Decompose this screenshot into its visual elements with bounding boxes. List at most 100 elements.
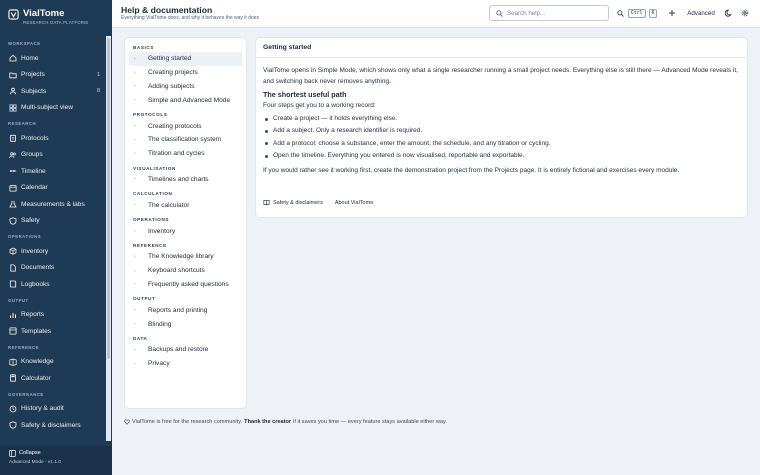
sidebar-item-knowledge[interactable]: Knowledge <box>0 354 112 371</box>
chevron-right-icon: › <box>134 150 136 157</box>
chevron-right-icon: › <box>134 360 136 367</box>
sidebar-item-inventory[interactable]: Inventory <box>0 243 112 260</box>
help-nav-section-heading: Output <box>133 296 156 302</box>
chevron-right-icon: › <box>134 83 136 90</box>
help-topic-the-calculator[interactable]: › The calculator <box>129 198 242 212</box>
sidebar-scrollbar-thumb[interactable] <box>107 38 110 359</box>
help-topic-label: Keyboard shortcuts <box>148 267 205 275</box>
collapse-button[interactable]: Collapse <box>0 446 112 460</box>
heart-icon <box>124 419 130 425</box>
moon-icon <box>725 9 732 17</box>
help-topics-nav: Basics › Getting started › Creating projects… <box>124 37 247 409</box>
help-topic-keyboard-shortcuts[interactable]: › Keyboard shortcuts <box>129 264 242 278</box>
sidebar-item-label: Calculator <box>21 374 51 382</box>
help-topic-blinding[interactable]: › Blinding <box>129 317 242 331</box>
sidebar-section-heading: Governance <box>8 391 44 397</box>
sidebar-item-label: Inventory <box>21 247 49 255</box>
sidebar-item-label: Subjects <box>21 87 47 95</box>
box-icon <box>9 247 17 255</box>
sidebar-item-subjects[interactable]: Subjects 8 <box>0 83 112 100</box>
search-input[interactable] <box>507 9 602 17</box>
sidebar-item-label: Templates <box>21 327 52 335</box>
chevron-right-icon: › <box>134 55 136 62</box>
calculator-icon <box>10 374 16 382</box>
sidebar-item-logbooks[interactable]: Logbooks <box>0 276 112 293</box>
article-card: Getting started VialTome opens in Simple… <box>255 37 748 218</box>
sidebar-item-groups[interactable]: Groups <box>0 147 112 164</box>
brand[interactable]: VialTome Research Data Platform <box>0 0 112 36</box>
home-icon <box>9 55 17 62</box>
sidebar-item-projects[interactable]: Projects 1 <box>0 67 112 84</box>
sidebar-item-safety-disclaimers[interactable]: Safety & disclaimers <box>0 417 112 434</box>
bullet <box>265 154 268 158</box>
bullet <box>265 130 268 134</box>
help-topic-simple-and-advanced-mode[interactable]: › Simple and Advanced Mode <box>129 93 242 107</box>
list-item: Add a subject. Only a research identifie… <box>263 125 743 137</box>
help-nav-section-heading: Reference <box>133 242 167 248</box>
brand-subtitle: Research Data Platform <box>23 20 88 25</box>
sidebar-item-templates[interactable]: Templates <box>0 323 112 340</box>
grid-icon <box>9 104 17 112</box>
chevron-right-icon: › <box>134 202 136 209</box>
help-topic-frequently-asked-questions[interactable]: › Frequently asked questions <box>129 278 242 292</box>
help-search[interactable] <box>489 5 609 21</box>
book-icon <box>9 280 17 288</box>
sidebar-item-documents[interactable]: Documents <box>0 260 112 277</box>
sidebar-item-history-audit[interactable]: History & audit <box>0 401 112 418</box>
help-topic-inventory[interactable]: › Inventory <box>129 224 242 238</box>
help-topic-titration-and-cycles[interactable]: › Titration and cycles <box>129 147 242 161</box>
bullet <box>265 117 268 121</box>
theme-toggle-button[interactable] <box>724 7 734 19</box>
help-topic-label: Creating protocols <box>148 122 202 130</box>
version-label: Advanced Mode · v1.1.0 <box>9 460 61 465</box>
help-topic-the-classification-system[interactable]: › The classification system <box>129 133 242 147</box>
about-link[interactable]: About VialTome <box>335 200 373 206</box>
help-topic-timelines-and-charts[interactable]: › Timelines and charts <box>129 173 242 187</box>
mode-toggle-button[interactable]: Advanced <box>683 7 719 19</box>
chevron-right-icon: › <box>134 253 136 260</box>
help-topic-getting-started[interactable]: › Getting started <box>129 52 242 66</box>
sidebar-item-home[interactable]: Home <box>0 50 112 67</box>
help-topic-creating-protocols[interactable]: › Creating protocols <box>129 119 242 133</box>
help-topic-backups-and-restore[interactable]: › Backups and restore <box>129 343 242 357</box>
sidebar-item-protocols[interactable]: Protocols <box>0 130 112 147</box>
sidebar-item-safety[interactable]: Safety <box>0 213 112 230</box>
help-topic-privacy[interactable]: › Privacy <box>129 357 242 371</box>
sidebar-item-reports[interactable]: Reports <box>0 307 112 324</box>
help-topic-the-knowledge-library[interactable]: › The Knowledge library <box>129 250 242 264</box>
chart-icon <box>10 312 16 318</box>
sidebar-item-timeline[interactable]: Timeline <box>0 163 112 180</box>
sidebar-item-calculator[interactable]: Calculator <box>0 370 112 387</box>
steps-list: Create a project — it holds everything e… <box>263 113 743 163</box>
chevron-right-icon: › <box>134 321 136 328</box>
brand-name: VialTome <box>23 8 65 19</box>
sidebar-item-measurements-labs[interactable]: Measurements & labs <box>0 196 112 213</box>
help-topic-reports-and-printing[interactable]: › Reports and printing <box>129 303 242 317</box>
thank-creator-link[interactable]: Thank the creator <box>244 419 291 425</box>
sidebar-item-count: 8 <box>96 88 100 95</box>
chevron-right-icon: › <box>134 346 136 353</box>
list-item: Add a protocol: choose a substance, ente… <box>263 138 743 150</box>
gear-icon <box>741 9 749 17</box>
safety-disclaimers-link[interactable]: Safety & disclaimers <box>273 200 323 206</box>
sidebar-item-label: Logbooks <box>21 280 50 288</box>
sidebar-item-multi-subject-view[interactable]: Multi-subject view <box>0 100 112 117</box>
help-topic-adding-subjects[interactable]: › Adding subjects <box>129 80 242 94</box>
help-topic-creating-projects[interactable]: › Creating projects <box>129 66 242 80</box>
settings-button[interactable] <box>740 7 750 19</box>
article-intro: VialTome opens in Simple Mode, which sho… <box>263 67 738 85</box>
article-links: Safety & disclaimers About VialTome <box>263 199 373 206</box>
step-text: Open the timeline. Everything you entere… <box>273 152 525 160</box>
collapse-icon <box>9 449 16 457</box>
sidebar-item-calendar[interactable]: Calendar <box>0 180 112 197</box>
command-palette-shortcut[interactable]: Ctrl K <box>617 9 660 18</box>
folder-icon <box>9 72 17 78</box>
list-item: Open the timeline. Everything you entere… <box>263 150 743 162</box>
sidebar-section-heading: Operations <box>8 234 42 239</box>
sidebar-item-label: Knowledge <box>21 358 54 366</box>
help-topic-label: Frequently asked questions <box>148 280 229 288</box>
help-topic-label: The calculator <box>148 201 190 209</box>
add-button[interactable] <box>667 7 677 19</box>
sidebar-item-label: Measurements & labs <box>21 200 85 208</box>
collapse-label: Collapse <box>19 450 41 456</box>
